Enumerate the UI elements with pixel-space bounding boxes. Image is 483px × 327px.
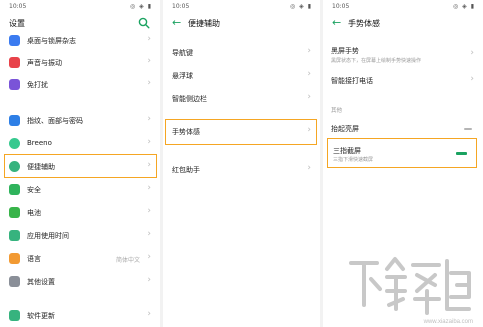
chevron-right-icon: › [147,229,151,239]
chevron-right-icon: › [147,137,151,147]
status-icons: ◎ ◈ ▮ [130,3,152,10]
settings-item-dnd[interactable]: 免打扰 › [0,74,160,96]
chevron-right-icon: › [147,34,151,44]
settings-item-label: 电池 [27,209,41,217]
settings-item-other[interactable]: 其他设置 › [0,271,160,293]
gesture-item-black-screen[interactable]: 黑屏手势 黑屏状态下，在屏幕上绘制手势快速操作 › [323,40,483,68]
page-title: 便捷辅助 [188,19,220,28]
language-icon [9,253,20,264]
status-bar: 10:05 ◎ ◈ ▮ [163,0,320,13]
breeno-icon [9,138,20,149]
chevron-right-icon: › [147,114,151,124]
more-settings-icon [9,276,20,287]
gesture-item-raise-wake[interactable]: 抬起亮屏 [323,118,483,140]
settings-item-security[interactable]: 安全 › [0,179,160,201]
assist-item-red-packet[interactable]: 红包助手 › [163,159,320,181]
settings-item-label: 指纹、面部与密码 [27,117,83,125]
status-time: 10:05 [9,3,27,10]
sound-icon [9,57,20,68]
watermark-url: www.xiazaiba.com [423,319,473,325]
page-title: 设置 [9,19,25,28]
status-time: 10:05 [172,3,190,10]
update-icon [9,310,20,321]
watermark-logo [349,257,471,315]
assist-panel: 10:05 ◎ ◈ ▮ ← 便捷辅助 导航键 › 悬浮球 › 智能侧边栏 › 手… [163,0,320,327]
status-bar: 10:05 ◎ ◈ ▮ [323,0,483,13]
hourglass-icon [9,230,20,241]
settings-item-label: 安全 [27,186,41,194]
settings-item-sound[interactable]: 声音与振动 › [0,52,160,74]
back-arrow-icon[interactable]: ← [332,16,341,29]
assist-item-smart-sidebar[interactable]: 智能侧边栏 › [163,88,320,110]
highlight-box [4,154,157,178]
desktop-icon [9,35,20,46]
section-header: 其他 [331,108,343,114]
settings-item-fingerprint[interactable]: 指纹、面部与密码 › [0,110,160,132]
back-arrow-icon[interactable]: ← [172,16,181,29]
page-title: 手势体感 [348,19,380,28]
settings-item-label: Breeno [27,139,52,147]
status-icons: ◎ ◈ ▮ [290,3,312,10]
settings-item-label: 其他设置 [27,278,55,286]
assist-item-float-ball[interactable]: 悬浮球 › [163,65,320,87]
settings-item-usage-time[interactable]: 应用使用时间 › [0,225,160,247]
assist-item-nav-keys[interactable]: 导航键 › [163,42,320,64]
chevron-right-icon: › [147,183,151,193]
settings-panel: 10:05 ◎ ◈ ▮ 设置 桌面与锁屏杂志 › 声音与振动 › 免打扰 › 指… [0,0,160,327]
chevron-right-icon: › [307,69,311,79]
raise-wake-toggle[interactable] [464,128,472,130]
chevron-right-icon: › [147,206,151,216]
chevron-right-icon: › [147,309,151,319]
battery-icon [9,207,20,218]
assist-item-label: 悬浮球 [172,72,193,80]
chevron-right-icon: › [147,78,151,88]
fingerprint-icon [9,115,20,126]
settings-item-label: 语言 [27,255,41,263]
settings-item-label: 桌面与锁屏杂志 [27,37,76,45]
status-bar: 10:05 ◎ ◈ ▮ [0,0,160,13]
chevron-right-icon: › [470,74,474,84]
highlight-box [165,119,317,145]
shield-icon [9,184,20,195]
assist-item-label: 导航键 [172,49,193,57]
gesture-item-label: 智能接打电话 [331,77,373,85]
status-icons: ◎ ◈ ▮ [453,3,475,10]
chevron-right-icon: › [307,46,311,56]
highlight-box [327,138,477,168]
settings-item-label: 声音与振动 [27,59,62,67]
settings-item-label: 免打扰 [27,81,48,89]
gestures-header: ← 手势体感 [323,13,483,35]
settings-item-update[interactable]: 软件更新 › [0,305,160,327]
gestures-panel: 10:05 ◎ ◈ ▮ ← 手势体感 黑屏手势 黑屏状态下，在屏幕上绘制手势快速… [323,0,483,327]
chevron-right-icon: › [147,56,151,66]
gesture-item-label: 黑屏手势 [331,47,359,55]
settings-item-desktop[interactable]: 桌面与锁屏杂志 › [0,30,160,52]
chevron-right-icon: › [307,92,311,102]
assist-item-label: 智能侧边栏 [172,95,207,103]
settings-item-battery[interactable]: 电池 › [0,202,160,224]
gesture-item-label: 抬起亮屏 [331,125,359,133]
settings-item-label: 软件更新 [27,312,55,320]
settings-item-breeno[interactable]: Breeno › [0,133,160,155]
settings-item-language[interactable]: 语言 简体中文 › [0,248,160,270]
chevron-right-icon: › [147,252,151,262]
chevron-right-icon: › [470,48,474,58]
moon-icon [9,79,20,90]
settings-item-label: 应用使用时间 [27,232,69,240]
assist-header: ← 便捷辅助 [163,13,320,35]
chevron-right-icon: › [307,163,311,173]
chevron-right-icon: › [147,275,151,285]
assist-item-label: 红包助手 [172,166,200,174]
language-value: 简体中文 [115,257,140,264]
search-icon[interactable] [138,17,150,29]
status-time: 10:05 [332,3,350,10]
gesture-item-description: 黑屏状态下，在屏幕上绘制手势快速操作 [331,58,422,64]
gesture-item-smart-call[interactable]: 智能接打电话 › [323,70,483,92]
